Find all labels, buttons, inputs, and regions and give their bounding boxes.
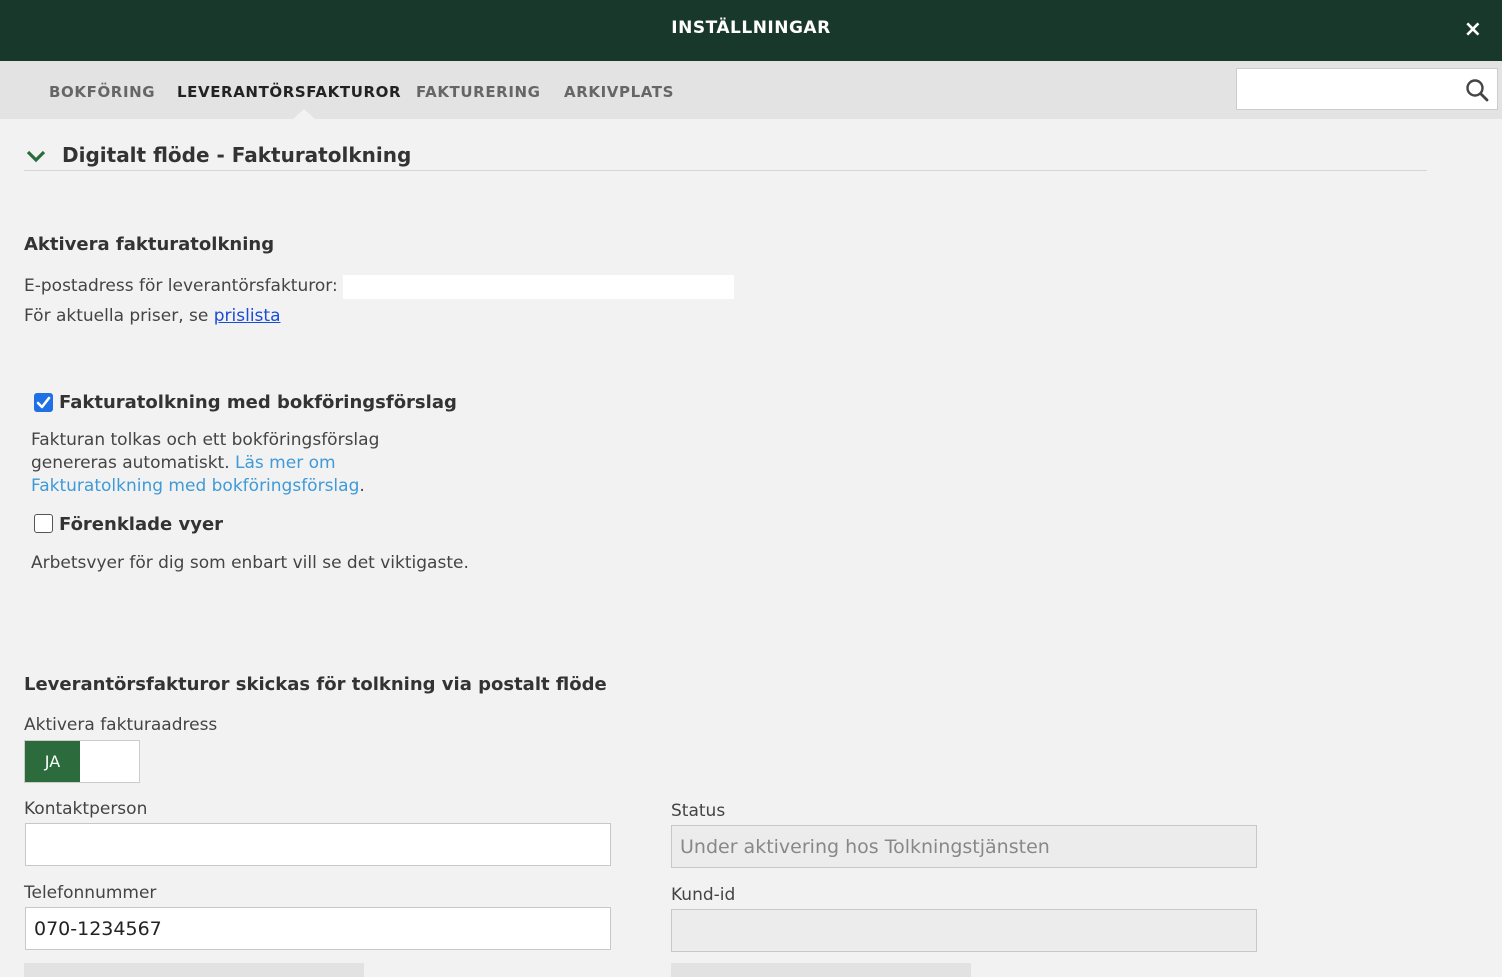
search-icon[interactable]: [1465, 78, 1489, 106]
email-value: [343, 275, 734, 299]
section-header[interactable]: Digitalt flöde - Fakturatolkning: [24, 142, 1427, 171]
status-label: Status: [671, 801, 726, 821]
activate-address-toggle[interactable]: JA: [24, 740, 140, 783]
activate-heading: Aktivera fakturatolkning: [24, 234, 275, 255]
status-field: [671, 825, 1257, 868]
contact-input[interactable]: [25, 823, 611, 866]
dialog-title: INSTÄLLNINGAR: [671, 18, 831, 38]
postal-heading: Leverantörsfakturor skickas för tolkning…: [24, 674, 607, 695]
contact-label: Kontaktperson: [24, 799, 148, 819]
chevron-down-icon[interactable]: [26, 148, 46, 167]
booking-suggestion-desc: Fakturan tolkas och ett bokföringsförsla…: [31, 429, 379, 498]
desc-line: Fakturatolkning med bokföringsförslag.: [31, 475, 379, 498]
tab-arkivplats[interactable]: ARKIVPLATS: [564, 83, 674, 101]
search-box: [1236, 68, 1498, 110]
cut-off-help-text: [671, 963, 971, 977]
desc-text: genereras automatiskt.: [31, 453, 236, 473]
tab-bokforing[interactable]: BOKFÖRING: [49, 83, 155, 101]
toggle-no[interactable]: [80, 741, 139, 782]
search-input[interactable]: [1245, 69, 1459, 109]
desc-line: genereras automatiskt. Läs mer om: [31, 452, 379, 475]
tab-fakturering[interactable]: FAKTURERING: [416, 83, 541, 101]
toggle-yes[interactable]: JA: [25, 741, 80, 782]
email-label: E-postadress för leverantörsfakturor:: [24, 276, 338, 296]
phone-label: Telefonnummer: [24, 883, 157, 903]
booking-suggestion-checkbox[interactable]: [34, 393, 53, 412]
price-text: För aktuella priser, se prislista: [24, 306, 280, 326]
activate-address-label: Aktivera fakturaadress: [24, 715, 218, 735]
phone-input[interactable]: [25, 907, 611, 950]
tab-leverantorsfakturor[interactable]: LEVERANTÖRSFAKTUROR: [177, 83, 401, 101]
read-more-link-cont[interactable]: Fakturatolkning med bokföringsförslag: [31, 476, 359, 496]
dialog-header: INSTÄLLNINGAR ×: [0, 0, 1502, 61]
cut-off-help-text: [24, 963, 364, 977]
read-more-link[interactable]: Läs mer om: [235, 453, 336, 473]
simplified-views-desc: Arbetsvyer för dig som enbart vill se de…: [31, 553, 469, 573]
price-prefix: För aktuella priser, se: [24, 306, 214, 326]
customer-id-field: [671, 909, 1257, 952]
price-list-link[interactable]: prislista: [214, 306, 281, 326]
booking-suggestion-label[interactable]: Fakturatolkning med bokföringsförslag: [59, 392, 457, 413]
simplified-views-label[interactable]: Förenklade vyer: [59, 514, 223, 535]
close-icon[interactable]: ×: [1464, 17, 1482, 43]
simplified-views-checkbox[interactable]: [34, 514, 53, 533]
desc-end: .: [359, 476, 365, 496]
section-title: Digitalt flöde - Fakturatolkning: [62, 143, 412, 167]
active-tab-indicator: [293, 109, 315, 119]
desc-line: Fakturan tolkas och ett bokföringsförsla…: [31, 430, 380, 450]
customer-id-label: Kund-id: [671, 885, 736, 905]
